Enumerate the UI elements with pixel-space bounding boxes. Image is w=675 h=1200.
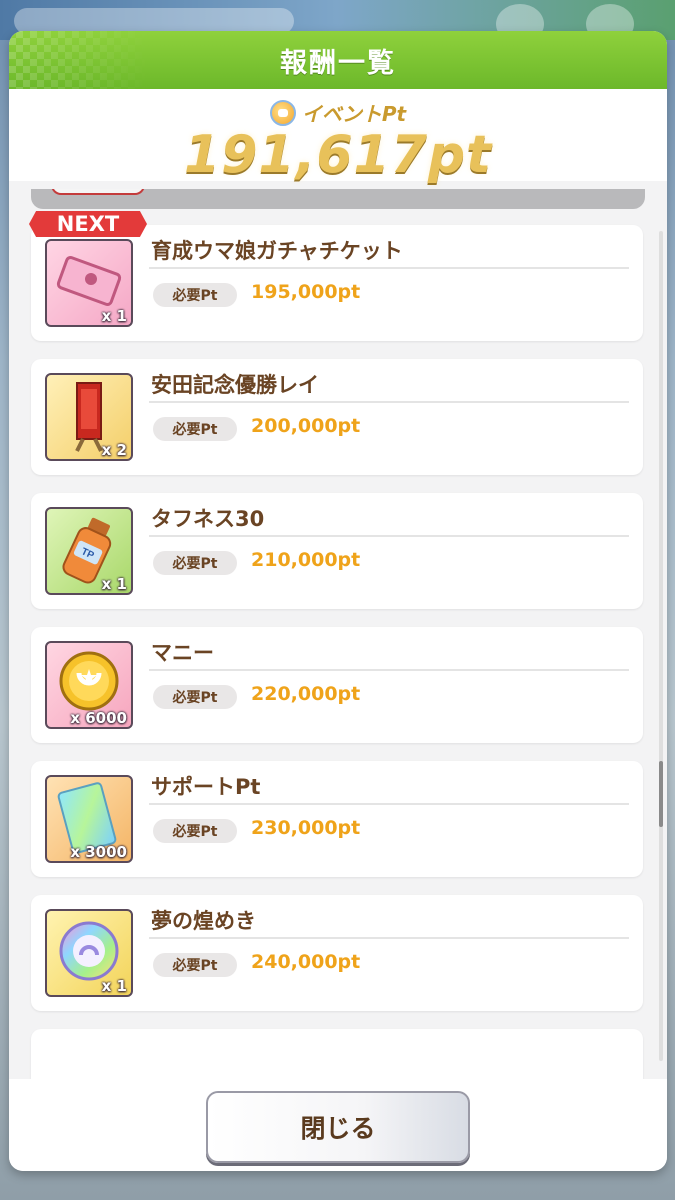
- event-pt-icon: [269, 99, 296, 126]
- event-pt-value: 191,617pt: [184, 125, 492, 185]
- divider: [149, 535, 629, 537]
- required-pt-value: 220,000pt: [251, 683, 361, 705]
- scrollbar-thumb[interactable]: [659, 761, 663, 827]
- item-name: マニー: [151, 641, 214, 665]
- required-pt-value: 195,000pt: [251, 281, 361, 303]
- required-pt-value: 200,000pt: [251, 415, 361, 437]
- required-pt-value: 240,000pt: [251, 951, 361, 973]
- gacha-ticket-icon: x 1: [45, 239, 133, 327]
- required-pt-label: 必要Pt: [153, 417, 237, 441]
- item-name: タフネス30: [151, 507, 265, 531]
- previous-reward-stub: [31, 189, 645, 209]
- dream-sparkle-icon: x 1: [45, 909, 133, 997]
- reward-card: [31, 1029, 643, 1079]
- item-name: サポートPt: [151, 775, 261, 799]
- money-coin-icon: x 6000: [45, 641, 133, 729]
- divider: [149, 803, 629, 805]
- scrollbar[interactable]: [659, 231, 663, 1061]
- dialog-footer: 閉じる: [9, 1079, 667, 1171]
- item-quantity: x 1: [101, 307, 127, 325]
- reward-card: x 6000 マニー 必要Pt 220,000pt: [31, 627, 643, 743]
- event-pt-label: イベントPt: [301, 102, 407, 126]
- victory-lei-icon: x 2: [45, 373, 133, 461]
- event-points-box: イベントPt 191,617pt: [9, 89, 667, 185]
- reward-card: x 1 育成ウマ娘ガチャチケット 必要Pt 195,000pt: [31, 225, 643, 341]
- required-pt-label: 必要Pt: [153, 685, 237, 709]
- divider: [149, 401, 629, 403]
- required-pt-label: 必要Pt: [153, 551, 237, 575]
- required-pt-label: 必要Pt: [153, 819, 237, 843]
- reward-card: x 2 安田記念優勝レイ 必要Pt 200,000pt: [31, 359, 643, 475]
- reward-card: TP x 1 タフネス30 必要Pt 210,000pt: [31, 493, 643, 609]
- support-pt-card-icon: x 3000: [45, 775, 133, 863]
- required-pt-label: 必要Pt: [153, 953, 237, 977]
- item-name: 安田記念優勝レイ: [151, 373, 319, 397]
- divider: [149, 267, 629, 269]
- item-name: 夢の煌めき: [151, 909, 256, 933]
- close-button[interactable]: 閉じる: [206, 1091, 470, 1163]
- required-pt-value: 230,000pt: [251, 817, 361, 839]
- reward-card: x 3000 サポートPt 必要Pt 230,000pt: [31, 761, 643, 877]
- rewards-dialog: 報酬一覧 イベントPt 191,617pt NEXT x 1 育成ウマ娘ガチャチ…: [9, 31, 667, 1171]
- reward-card: x 1 夢の煌めき 必要Pt 240,000pt: [31, 895, 643, 1011]
- divider: [149, 937, 629, 939]
- required-pt-value: 210,000pt: [251, 549, 361, 571]
- item-quantity: x 1: [101, 575, 127, 593]
- item-quantity: x 2: [101, 441, 127, 459]
- next-badge: NEXT: [29, 211, 147, 237]
- divider: [149, 669, 629, 671]
- item-quantity: x 1: [101, 977, 127, 995]
- item-quantity: x 6000: [70, 709, 127, 727]
- dialog-header: 報酬一覧: [9, 31, 667, 89]
- reward-list[interactable]: NEXT x 1 育成ウマ娘ガチャチケット 必要Pt 195,000pt x 2…: [23, 189, 653, 1079]
- dialog-title: 報酬一覧: [280, 47, 396, 79]
- item-name: 育成ウマ娘ガチャチケット: [151, 239, 403, 263]
- tp-bottle-icon: TP x 1: [45, 507, 133, 595]
- required-pt-label: 必要Pt: [153, 283, 237, 307]
- item-quantity: x 3000: [70, 843, 127, 861]
